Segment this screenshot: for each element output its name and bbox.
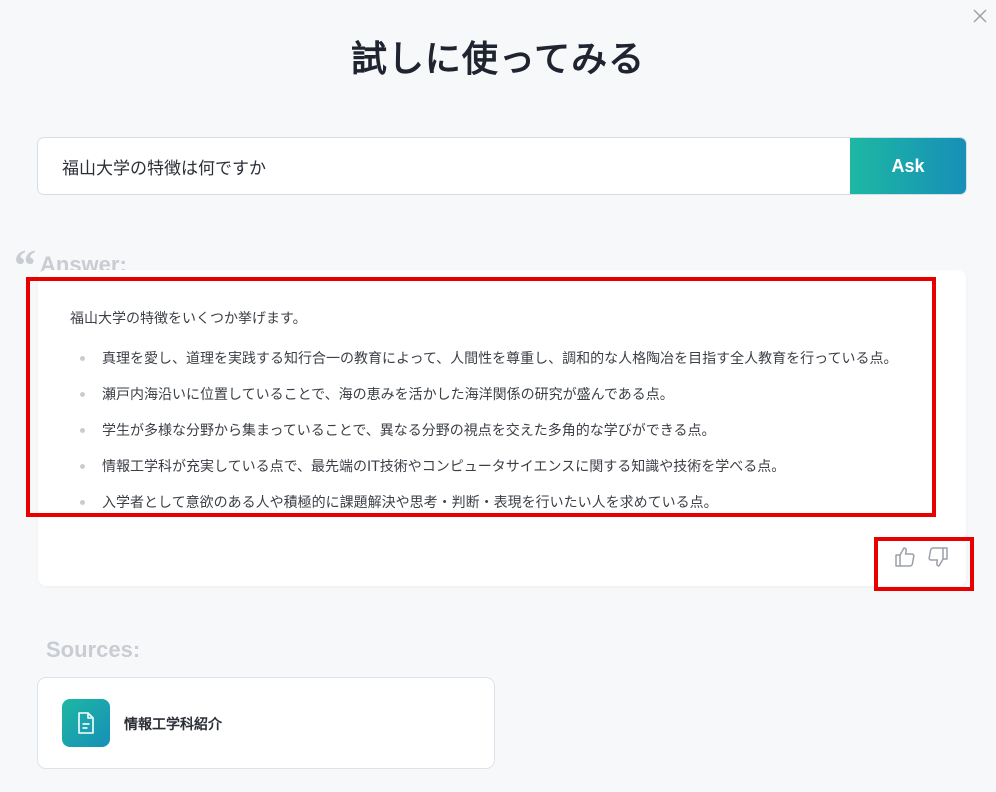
feedback-highlight-box (874, 537, 974, 591)
sources-heading: Sources: (46, 637, 141, 662)
thumbs-down-icon[interactable] (926, 545, 950, 569)
question-input[interactable] (38, 138, 850, 194)
document-icon (62, 699, 110, 747)
close-icon[interactable] (970, 6, 990, 26)
ask-button[interactable]: Ask (850, 138, 966, 194)
thumbs-up-icon[interactable] (893, 545, 917, 569)
page-title: 試しに使ってみる (350, 39, 646, 80)
search-bar: Ask (38, 138, 966, 194)
source-title: 情報工学科紹介 (124, 717, 222, 733)
source-card[interactable]: 情報工学科紹介 (38, 678, 494, 768)
answer-highlight-box (26, 277, 936, 517)
